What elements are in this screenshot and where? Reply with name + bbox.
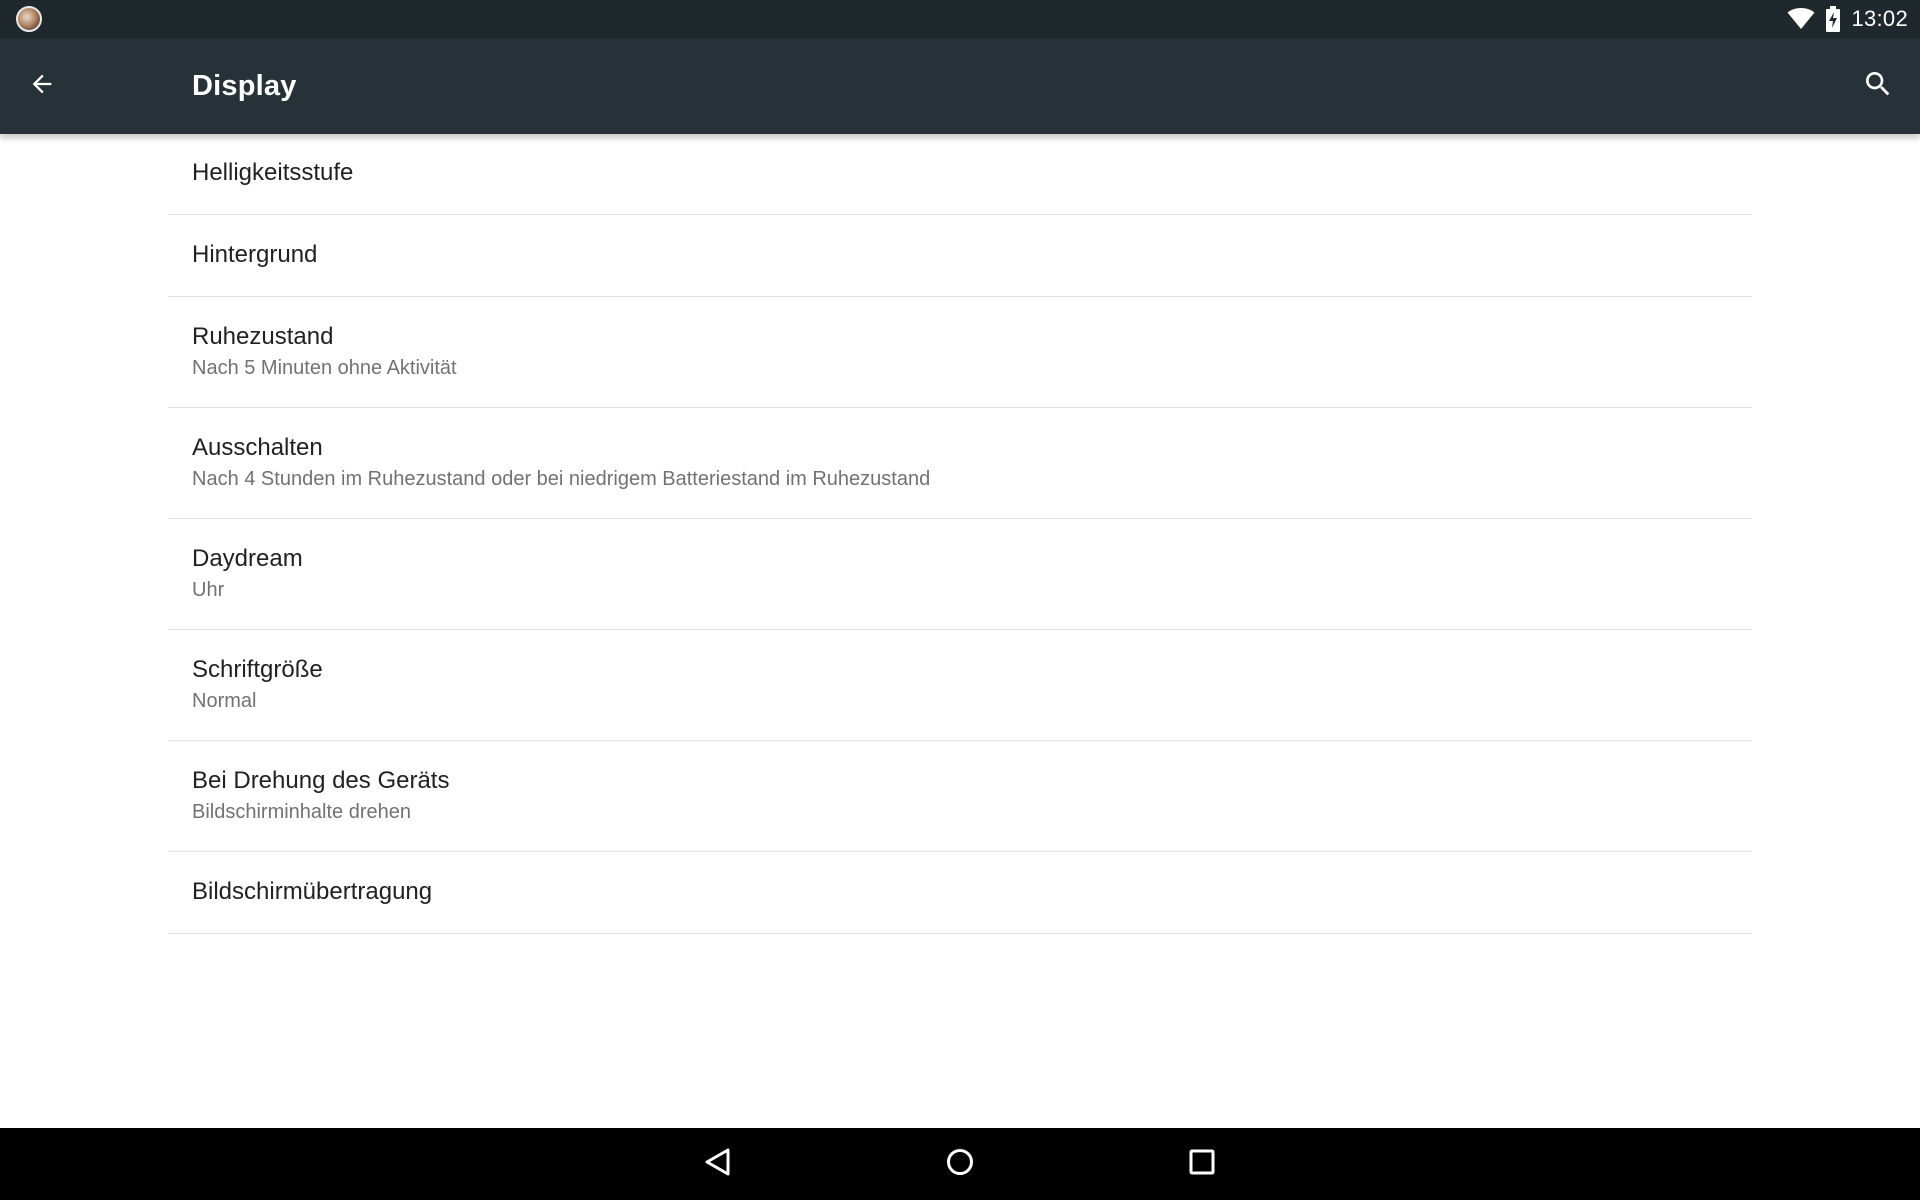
status-time: 13:02	[1851, 6, 1908, 31]
setting-title: Schriftgröße	[192, 656, 323, 683]
status-icons: 13:02	[1787, 0, 1908, 38]
nav-back-button[interactable]	[694, 1140, 742, 1188]
setting-title: Hintergrund	[192, 241, 318, 268]
nav-back-icon	[703, 1147, 733, 1182]
setting-summary: Normal	[192, 690, 257, 712]
app-notification-icon	[16, 6, 42, 32]
setting-title: Ruhezustand	[192, 323, 334, 350]
setting-summary: Nach 5 Minuten ohne Aktivität	[192, 357, 457, 379]
setting-summary: Bildschirminhalte drehen	[192, 801, 412, 823]
setting-title: Bei Drehung des Geräts	[192, 767, 450, 794]
setting-title: Daydream	[192, 545, 303, 572]
setting-daydream[interactable]: Daydream Uhr	[168, 519, 1752, 630]
app-bar: Display	[0, 38, 1920, 134]
back-button[interactable]	[14, 58, 70, 114]
setting-sleep[interactable]: Ruhezustand Nach 5 Minuten ohne Aktivitä…	[168, 297, 1752, 408]
setting-title: Helligkeitsstufe	[192, 159, 354, 186]
page-title: Display	[192, 70, 297, 102]
setting-cast-screen[interactable]: Bildschirmübertragung	[168, 852, 1752, 934]
search-icon	[1862, 68, 1894, 105]
setting-wallpaper[interactable]: Hintergrund	[168, 215, 1752, 297]
setting-power-off[interactable]: Ausschalten Nach 4 Stunden im Ruhezustan…	[168, 408, 1752, 519]
nav-home-icon	[945, 1147, 975, 1182]
setting-font-size[interactable]: Schriftgröße Normal	[168, 630, 1752, 741]
setting-summary: Uhr	[192, 579, 225, 601]
setting-title: Ausschalten	[192, 434, 323, 461]
nav-recents-icon	[1187, 1147, 1217, 1182]
battery-charging-icon	[1825, 6, 1841, 32]
arrow-back-icon	[28, 70, 56, 103]
settings-list: Helligkeitsstufe Hintergrund Ruhezustand…	[168, 134, 1752, 934]
nav-recents-button[interactable]	[1178, 1140, 1226, 1188]
setting-rotation[interactable]: Bei Drehung des Geräts Bildschirminhalte…	[168, 741, 1752, 852]
status-bar: 13:02	[0, 0, 1920, 38]
nav-home-button[interactable]	[936, 1140, 984, 1188]
setting-summary: Nach 4 Stunden im Ruhezustand oder bei n…	[192, 468, 931, 490]
search-button[interactable]	[1850, 58, 1906, 114]
setting-brightness-level[interactable]: Helligkeitsstufe	[168, 134, 1752, 215]
wifi-icon	[1787, 8, 1815, 30]
navigation-bar	[0, 1128, 1920, 1200]
setting-title: Bildschirmübertragung	[192, 878, 433, 905]
